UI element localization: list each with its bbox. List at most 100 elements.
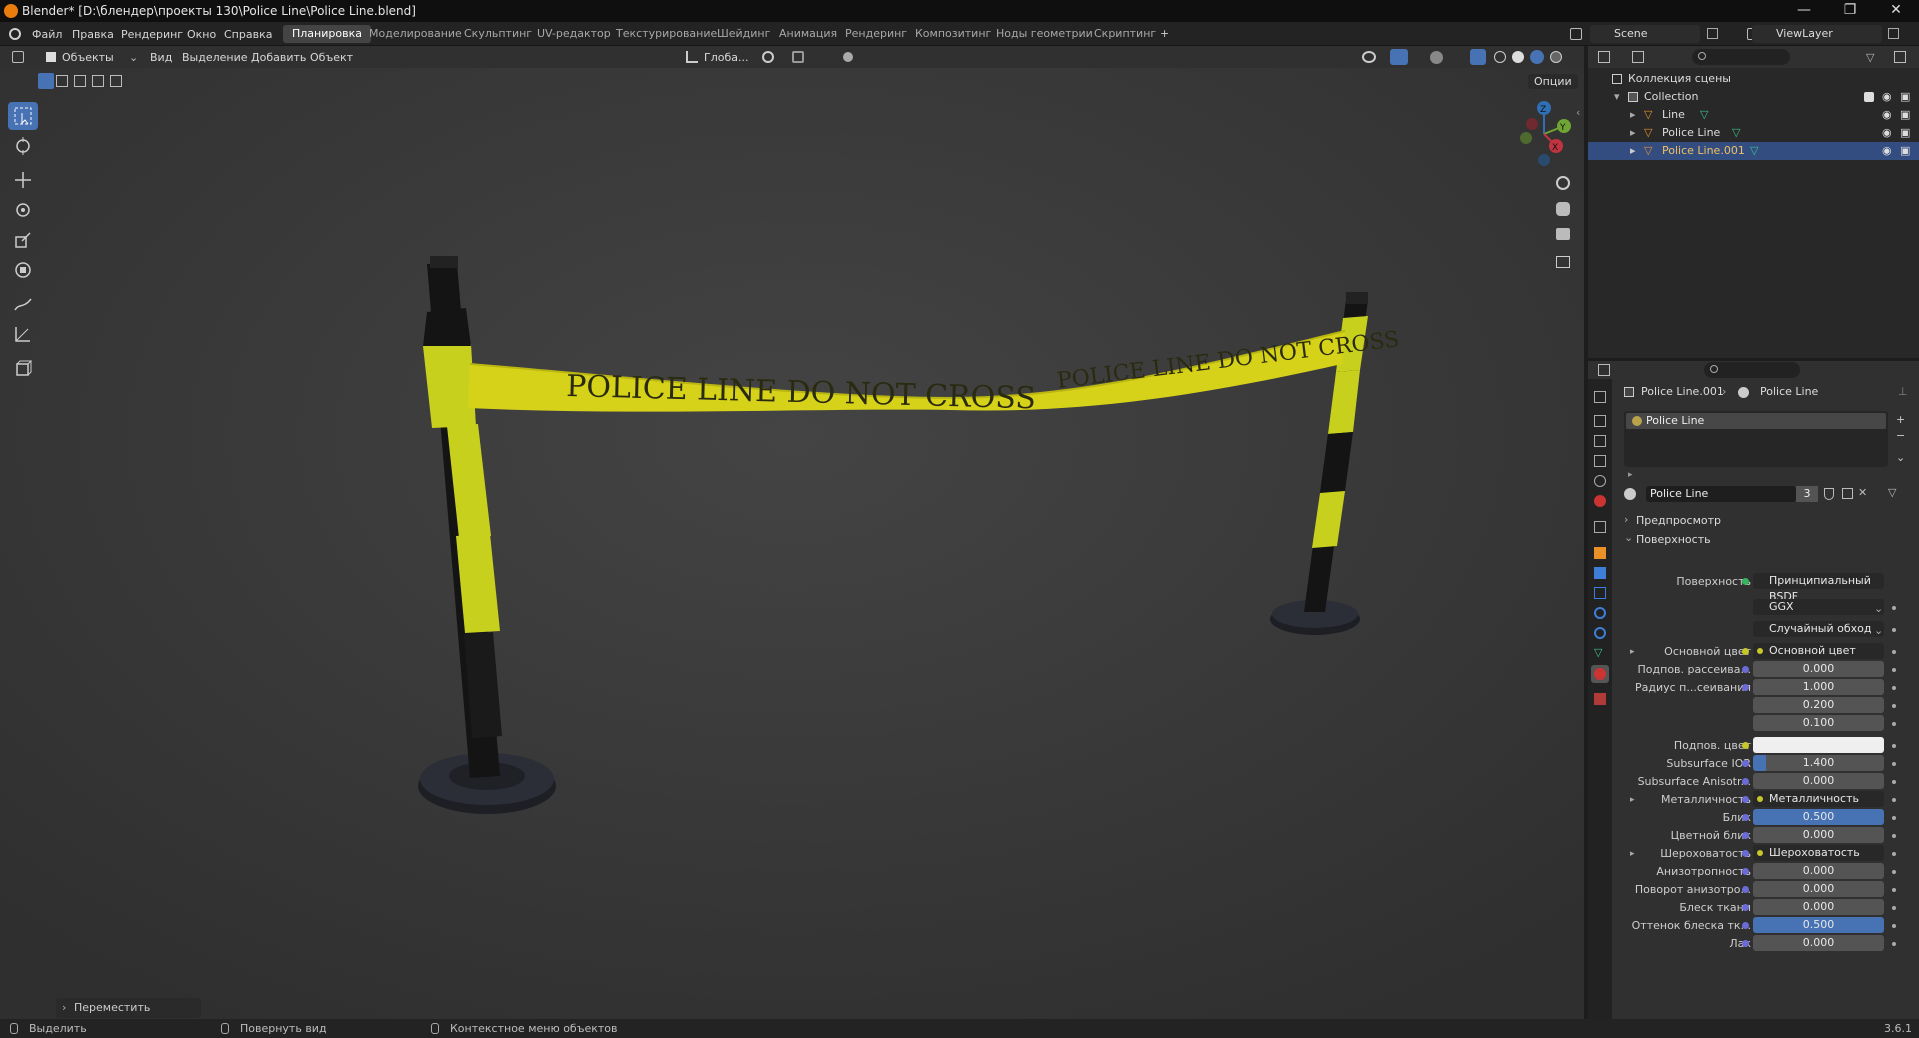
add-cube-tool[interactable] xyxy=(8,354,38,382)
menu-file[interactable]: Файл xyxy=(32,28,62,41)
outliner-item-police-line[interactable]: ▸ ▽ Police Line ▽ ◉ ▣ xyxy=(1588,124,1919,142)
keyframe-dot-icon[interactable] xyxy=(1892,744,1896,748)
camera-icon[interactable]: ▣ xyxy=(1900,88,1910,106)
select-new-icon[interactable] xyxy=(38,73,54,89)
select-intersect-icon[interactable] xyxy=(110,75,122,87)
measure-tool[interactable] xyxy=(8,320,38,348)
shader-input-field[interactable]: Основной цвет xyxy=(1753,643,1884,659)
shader-input-field[interactable]: 0.000 xyxy=(1753,935,1884,951)
keyframe-dot-icon[interactable] xyxy=(1892,704,1896,708)
surface-shader-field[interactable]: Принципиальный BSDF xyxy=(1753,573,1884,603)
keyframe-dot-icon[interactable] xyxy=(1892,686,1896,690)
select-subtract-icon[interactable] xyxy=(74,75,86,87)
outliner-editor-icon[interactable] xyxy=(1598,51,1610,63)
keyframe-dot-icon[interactable] xyxy=(1892,870,1896,874)
chevron-down-icon[interactable]: ⌄ xyxy=(129,51,138,64)
menu-add[interactable]: Добавить xyxy=(251,51,306,64)
menu-help[interactable]: Справка xyxy=(224,28,272,41)
tab-rendering[interactable]: Рендеринг xyxy=(836,25,916,43)
last-operator-panel[interactable]: › Переместить xyxy=(56,998,201,1018)
snap-icon[interactable] xyxy=(792,51,804,63)
scene-selector[interactable]: Scene xyxy=(1590,25,1700,43)
tab-layout[interactable]: Планировка xyxy=(283,25,371,43)
shader-input-field[interactable]: 0.000 xyxy=(1753,773,1884,789)
rendered-shading-icon[interactable] xyxy=(1550,51,1562,63)
wireframe-shading-icon[interactable] xyxy=(1494,51,1506,63)
navigation-gizmo[interactable]: Z Y X xyxy=(1506,98,1576,168)
move-tool[interactable] xyxy=(8,166,38,194)
select-extend-icon[interactable] xyxy=(56,75,68,87)
options-dropdown[interactable]: Опции xyxy=(1528,74,1578,89)
xray-icon[interactable] xyxy=(1470,49,1486,65)
eye-icon[interactable]: ◉ xyxy=(1882,88,1892,106)
menu-object[interactable]: Объект xyxy=(310,51,353,64)
socket-dot-icon[interactable] xyxy=(1742,666,1749,673)
transform-tool[interactable] xyxy=(8,256,38,284)
shader-input-field[interactable]: 0.000 xyxy=(1753,827,1884,843)
pivot-icon[interactable] xyxy=(762,51,774,63)
perspective-grid-icon[interactable] xyxy=(1556,256,1570,268)
shader-input-field[interactable]: 0.100 xyxy=(1753,715,1884,731)
expand-arrow-icon[interactable]: ▸ xyxy=(1630,124,1636,142)
keyframe-dot-icon[interactable] xyxy=(1892,852,1896,856)
tab-animation[interactable]: Анимация xyxy=(770,25,846,43)
socket-dot-icon[interactable] xyxy=(1742,904,1749,911)
camera-icon[interactable]: ▣ xyxy=(1900,124,1910,142)
socket-dot-icon[interactable] xyxy=(1742,778,1749,785)
socket-dot-icon[interactable] xyxy=(1742,760,1749,767)
view-layer-selector[interactable]: ViewLayer xyxy=(1752,25,1882,43)
overlay-toggle-icon[interactable] xyxy=(1430,51,1443,64)
keyframe-dot-icon[interactable] xyxy=(1892,888,1896,892)
shader-input-field[interactable]: 0.500 xyxy=(1753,917,1884,933)
close-button[interactable]: ✕ xyxy=(1873,0,1919,22)
keyframe-dot-icon[interactable] xyxy=(1892,834,1896,838)
outliner-item-police-line-001[interactable]: ▸ ▽ Police Line.001 ▽ ◉ ▣ xyxy=(1588,142,1919,160)
menu-render[interactable]: Рендеринг xyxy=(121,28,183,41)
minimize-button[interactable]: — xyxy=(1781,0,1827,22)
expand-arrow-icon[interactable]: ▾ xyxy=(1614,88,1620,106)
outliner-search[interactable] xyxy=(1692,49,1790,65)
transform-orientation-dropdown[interactable]: Глоба... xyxy=(704,51,748,64)
keyframe-dot-icon[interactable] xyxy=(1892,762,1896,766)
exclude-checkbox-icon[interactable] xyxy=(1864,92,1874,102)
camera-icon[interactable]: ▣ xyxy=(1900,106,1910,124)
keyframe-dot-icon[interactable] xyxy=(1892,668,1896,672)
eye-icon[interactable]: ◉ xyxy=(1882,124,1892,142)
outliner-scene-collection[interactable]: Коллекция сцены xyxy=(1588,70,1919,88)
camera-icon[interactable]: ▣ xyxy=(1900,142,1910,160)
shader-input-field[interactable]: 0.000 xyxy=(1753,899,1884,915)
material-shading-icon[interactable] xyxy=(1530,50,1544,64)
keyframe-dot-icon[interactable] xyxy=(1892,628,1896,632)
keyframe-dot-icon[interactable] xyxy=(1892,650,1896,654)
new-scene-icon[interactable] xyxy=(1707,28,1718,39)
menu-select[interactable]: Выделение xyxy=(182,51,248,64)
rotate-tool[interactable] xyxy=(8,196,38,224)
subsurface-method-dropdown[interactable]: Случайный обход xyxy=(1753,621,1884,637)
cursor-tool[interactable] xyxy=(8,132,38,160)
camera-view-icon[interactable] xyxy=(1556,228,1570,240)
pan-hand-icon[interactable] xyxy=(1556,202,1570,216)
menu-view[interactable]: Вид xyxy=(150,51,172,64)
menu-window[interactable]: Окно xyxy=(187,28,216,41)
scene-icon[interactable] xyxy=(1570,28,1582,40)
expand-arrow-icon[interactable]: ▸ xyxy=(1630,845,1635,863)
scale-tool[interactable] xyxy=(8,226,38,254)
socket-dot-icon[interactable] xyxy=(1742,648,1749,655)
expand-arrow-icon[interactable]: ▸ xyxy=(1630,142,1636,160)
distribution-dropdown[interactable]: GGX xyxy=(1753,599,1884,615)
shader-input-field[interactable]: 0.000 xyxy=(1753,881,1884,897)
socket-dot-icon[interactable] xyxy=(1742,868,1749,875)
color-swatch[interactable] xyxy=(1753,737,1884,753)
new-view-layer-icon[interactable] xyxy=(1888,28,1899,39)
keyframe-dot-icon[interactable] xyxy=(1892,780,1896,784)
socket-dot-icon[interactable] xyxy=(1742,940,1749,947)
socket-dot-icon[interactable] xyxy=(1742,832,1749,839)
3d-viewport[interactable]: POLICE LINE DO NOT CROSS POLICE LINE DO … xyxy=(0,46,1584,1019)
transform-orientation-icon[interactable] xyxy=(686,51,698,63)
new-collection-icon[interactable] xyxy=(1894,51,1906,63)
tab-uv-editing[interactable]: UV-редактор xyxy=(528,25,620,43)
socket-dot-icon[interactable] xyxy=(1742,814,1749,821)
proportional-edit-icon[interactable] xyxy=(843,52,853,62)
restore-button[interactable]: ❐ xyxy=(1827,0,1873,22)
menu-edit[interactable]: Правка xyxy=(72,28,114,41)
